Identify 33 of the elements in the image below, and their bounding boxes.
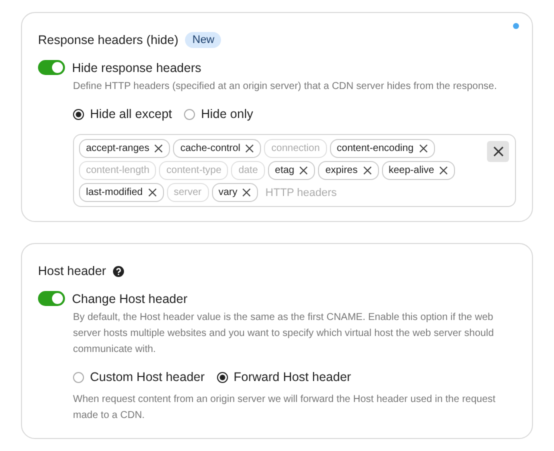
clear-button[interactable]: [487, 141, 509, 162]
header-tag[interactable]: expires: [318, 161, 379, 180]
header-tag[interactable]: last-modified: [79, 183, 164, 202]
header-tag[interactable]: keep-alive: [382, 161, 456, 180]
close-icon: [492, 146, 504, 157]
radio-option[interactable]: Custom Host header: [73, 370, 205, 384]
description-text: Define HTTP headers (specified at an origin server) that a CDN server hides from the response.: [73, 80, 498, 94]
section-title: Host header: [38, 264, 106, 278]
remove-icon[interactable]: [154, 144, 164, 153]
header-tag[interactable]: vary: [212, 183, 258, 202]
new-badge: New: [185, 32, 222, 48]
toggle-switch[interactable]: [38, 60, 65, 75]
remove-icon[interactable]: [362, 166, 372, 175]
remove-icon[interactable]: [148, 188, 157, 197]
header-tag[interactable]: cache-control: [173, 139, 262, 158]
radio-option[interactable]: Forward Host header: [216, 370, 352, 384]
section-title: Response headers (hide): [38, 33, 178, 47]
header-tag[interactable]: content-encoding: [330, 139, 435, 158]
remove-icon[interactable]: [418, 144, 428, 153]
remove-icon[interactable]: [245, 144, 254, 153]
header-tag[interactable]: etag: [268, 161, 316, 180]
description-text: By default, the Host header value is the same as the first CNAME. Enable this option if the web server hosts multiple websites and you want to specify which virtual host the web server should communicate with.: [73, 311, 495, 357]
header-tag[interactable]: accept-ranges: [79, 139, 170, 158]
note-text: When request content from an origin server we will forward the Host header used in the request made to a CDN.: [73, 393, 496, 423]
toggle-switch[interactable]: [38, 291, 65, 306]
remove-icon[interactable]: [242, 188, 252, 197]
radio-option[interactable]: Hide only: [184, 107, 254, 121]
remove-icon[interactable]: [299, 166, 308, 175]
remove-icon[interactable]: [439, 166, 448, 175]
toggle-label: Change Host header: [72, 292, 188, 306]
toggle-label: Hide response headers: [72, 60, 202, 74]
radio-option[interactable]: Hide all except: [73, 107, 172, 121]
help-icon[interactable]: [113, 266, 124, 276]
